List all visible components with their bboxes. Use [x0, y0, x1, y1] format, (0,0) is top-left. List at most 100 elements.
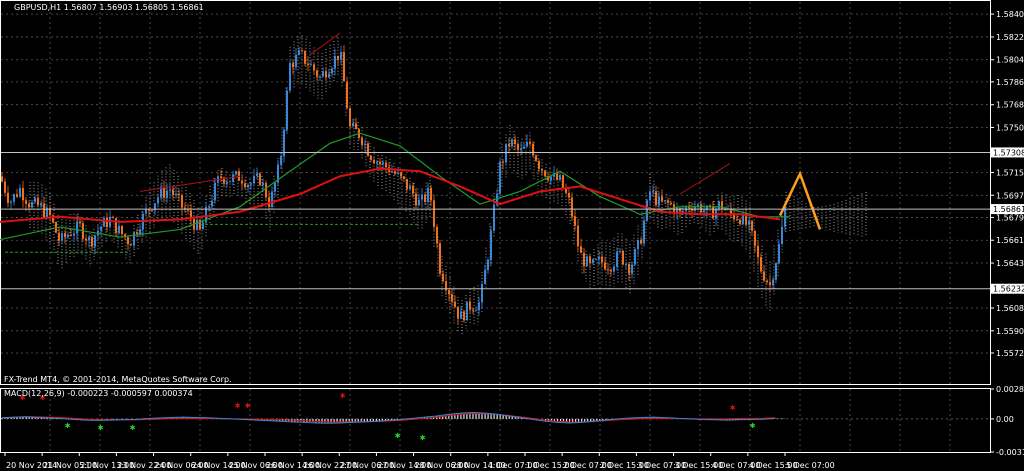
candle-body [103, 217, 105, 227]
candle-body [409, 185, 411, 190]
candle-body [25, 200, 27, 204]
candle-body [136, 232, 138, 234]
candle-body [145, 209, 147, 214]
candle-body [670, 202, 672, 205]
candle-body [316, 70, 318, 77]
candle-body [169, 189, 171, 191]
price-tick-label: 1.57150 [996, 168, 1024, 177]
candle-body [292, 63, 294, 68]
candle-body [760, 257, 762, 272]
candle-body [31, 202, 33, 208]
sell-arrow: ✱ [340, 391, 346, 401]
candle-body [475, 310, 477, 312]
candle-body [319, 76, 321, 78]
level-badge-label: 1.56232 [993, 285, 1024, 294]
grid-lines [0, 0, 991, 453]
candle-body [202, 222, 204, 230]
candle-body [163, 187, 165, 198]
candle-body [487, 259, 489, 271]
candle-body [130, 244, 132, 246]
candle-body [511, 139, 513, 147]
candle-body [586, 256, 588, 267]
candle-body [79, 221, 81, 224]
candle-body [247, 184, 249, 188]
candle-body [580, 246, 582, 253]
candle-body [406, 178, 408, 190]
candle-body [298, 50, 300, 55]
candle-body [262, 182, 264, 186]
candle-body [394, 171, 396, 174]
candle-body [472, 309, 474, 311]
candle-body [424, 194, 426, 202]
candle-body [196, 219, 198, 230]
macd-tick-label: 0.00 [996, 415, 1014, 424]
candle-body [550, 176, 552, 181]
candle-body [412, 185, 414, 194]
candle-body [139, 229, 141, 234]
candle-body [328, 73, 330, 78]
candle-body [28, 203, 30, 208]
candle-body [502, 161, 504, 163]
candle-body [265, 182, 267, 198]
candle-body [385, 162, 387, 168]
candle-body [592, 259, 594, 264]
level-badge-label: 1.57308 [993, 148, 1024, 157]
candle-body [88, 237, 90, 241]
candle-body [433, 200, 435, 227]
candle-body [274, 182, 276, 192]
candle-body [301, 50, 303, 52]
candle-body [736, 219, 738, 221]
candle-body [604, 262, 606, 270]
candle-body [655, 191, 657, 206]
candle-body [664, 200, 666, 202]
candle-body [280, 156, 282, 165]
candle-body [121, 225, 123, 235]
candle-body [391, 171, 393, 173]
candle-body [157, 197, 159, 204]
candle-body [775, 263, 777, 280]
candle-body [253, 175, 255, 184]
candle-body [118, 225, 120, 234]
candle-body [619, 250, 621, 252]
candle-body [505, 144, 507, 163]
candle-body [94, 235, 96, 247]
candle-body [658, 196, 660, 206]
candle-body [16, 194, 18, 197]
trendline [309, 32, 341, 56]
candle-body [628, 263, 630, 274]
candle-body [421, 194, 423, 200]
candle-body [595, 259, 597, 261]
price-tick-label: 1.56080 [996, 304, 1024, 313]
candle-body [208, 206, 210, 208]
copyright-text: FX-Trend MT4, © 2001-2014, MetaQuotes So… [4, 375, 232, 384]
buy-arrow: ✱ [98, 423, 104, 433]
price-tick-label: 1.56970 [996, 191, 1024, 200]
price-tick-label: 1.57505 [996, 124, 1024, 133]
candle-body [568, 192, 570, 198]
candle-body [634, 249, 636, 265]
candle-body [649, 191, 651, 201]
price-tick-label: 1.58400 [996, 10, 1024, 19]
candle-body [133, 232, 135, 246]
candle-body [559, 175, 561, 180]
candle-body [718, 201, 720, 209]
macd-main-line [1, 411, 775, 424]
sell-arrow: ✱ [235, 401, 241, 411]
time-axis: 20 Nov 201421 Nov 05:0021 Nov 13:0023 No… [4, 452, 835, 470]
candle-body [361, 137, 363, 146]
candle-body [640, 240, 642, 244]
candle-body [418, 199, 420, 206]
candle-body [91, 237, 93, 247]
candle-body [514, 139, 516, 145]
candle-body [181, 195, 183, 208]
candle-body [544, 170, 546, 177]
candle-body [256, 173, 258, 176]
price-axis: 1.58400 1.58220 1.58040 1.57865 1.57685 1.575… [990, 10, 1024, 358]
price-tick-label: 1.58220 [996, 33, 1024, 42]
candle-body [682, 211, 684, 213]
candle-body [583, 252, 585, 267]
symbol-title: GBPUSD,H1 1.56807 1.56903 1.56805 1.5686… [14, 3, 204, 12]
candle-body [532, 143, 534, 156]
candle-body [373, 159, 375, 164]
candle-body [469, 301, 471, 310]
